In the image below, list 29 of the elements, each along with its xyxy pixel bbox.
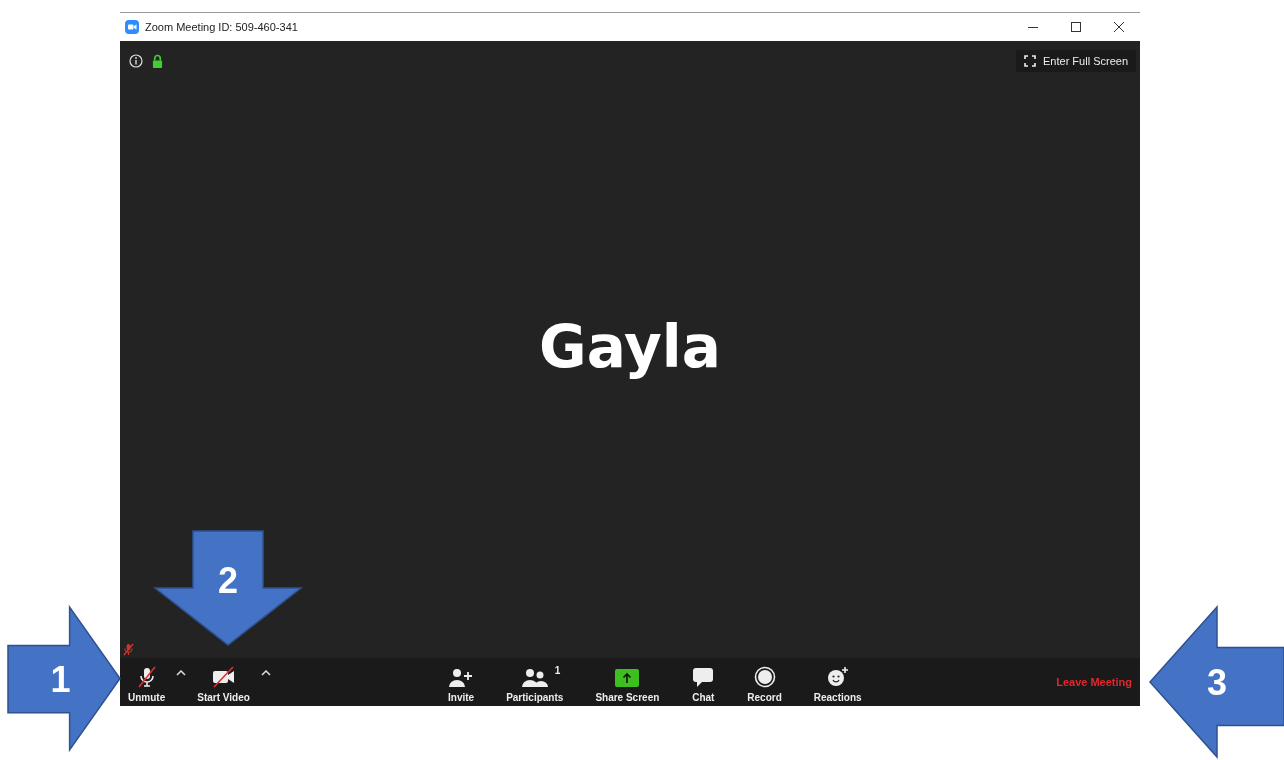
callout-number: 3 [1207,662,1227,703]
record-icon [753,666,776,688]
window-title: Zoom Meeting ID: 509-460-341 [145,21,298,33]
add-person-icon [448,668,475,688]
reactions-button[interactable]: Reactions [810,658,865,706]
info-icon[interactable] [129,54,143,68]
smiley-icon [825,666,850,688]
share-button[interactable]: Share Screen [592,658,663,706]
start-video-button[interactable]: Start Video [194,658,253,706]
fullscreen-icon [1024,55,1036,67]
callout-number: 2 [218,560,238,602]
app-logo-icon [125,20,139,34]
caret-icon [260,670,271,676]
callout-number: 1 [50,658,71,700]
leave-meeting-button[interactable]: Leave Meeting [1054,672,1134,692]
record-button[interactable]: Record [744,658,785,706]
fullscreen-button[interactable]: Enter Full Screen [1016,50,1136,72]
participant-name: Gayla [539,312,721,381]
lock-icon[interactable] [152,54,163,68]
people-icon [521,668,548,688]
speech-bubble-icon [691,666,716,688]
caret-icon [176,670,187,676]
invite-button[interactable]: Invite [445,658,478,706]
participants-button[interactable]: 1 Participants [503,658,567,706]
participant-count: 1 [554,665,561,676]
close-icon [1112,21,1125,33]
unmute-button[interactable]: Unmute [125,658,169,706]
chat-button[interactable]: Chat [688,658,719,706]
maximize-icon [1069,21,1082,33]
